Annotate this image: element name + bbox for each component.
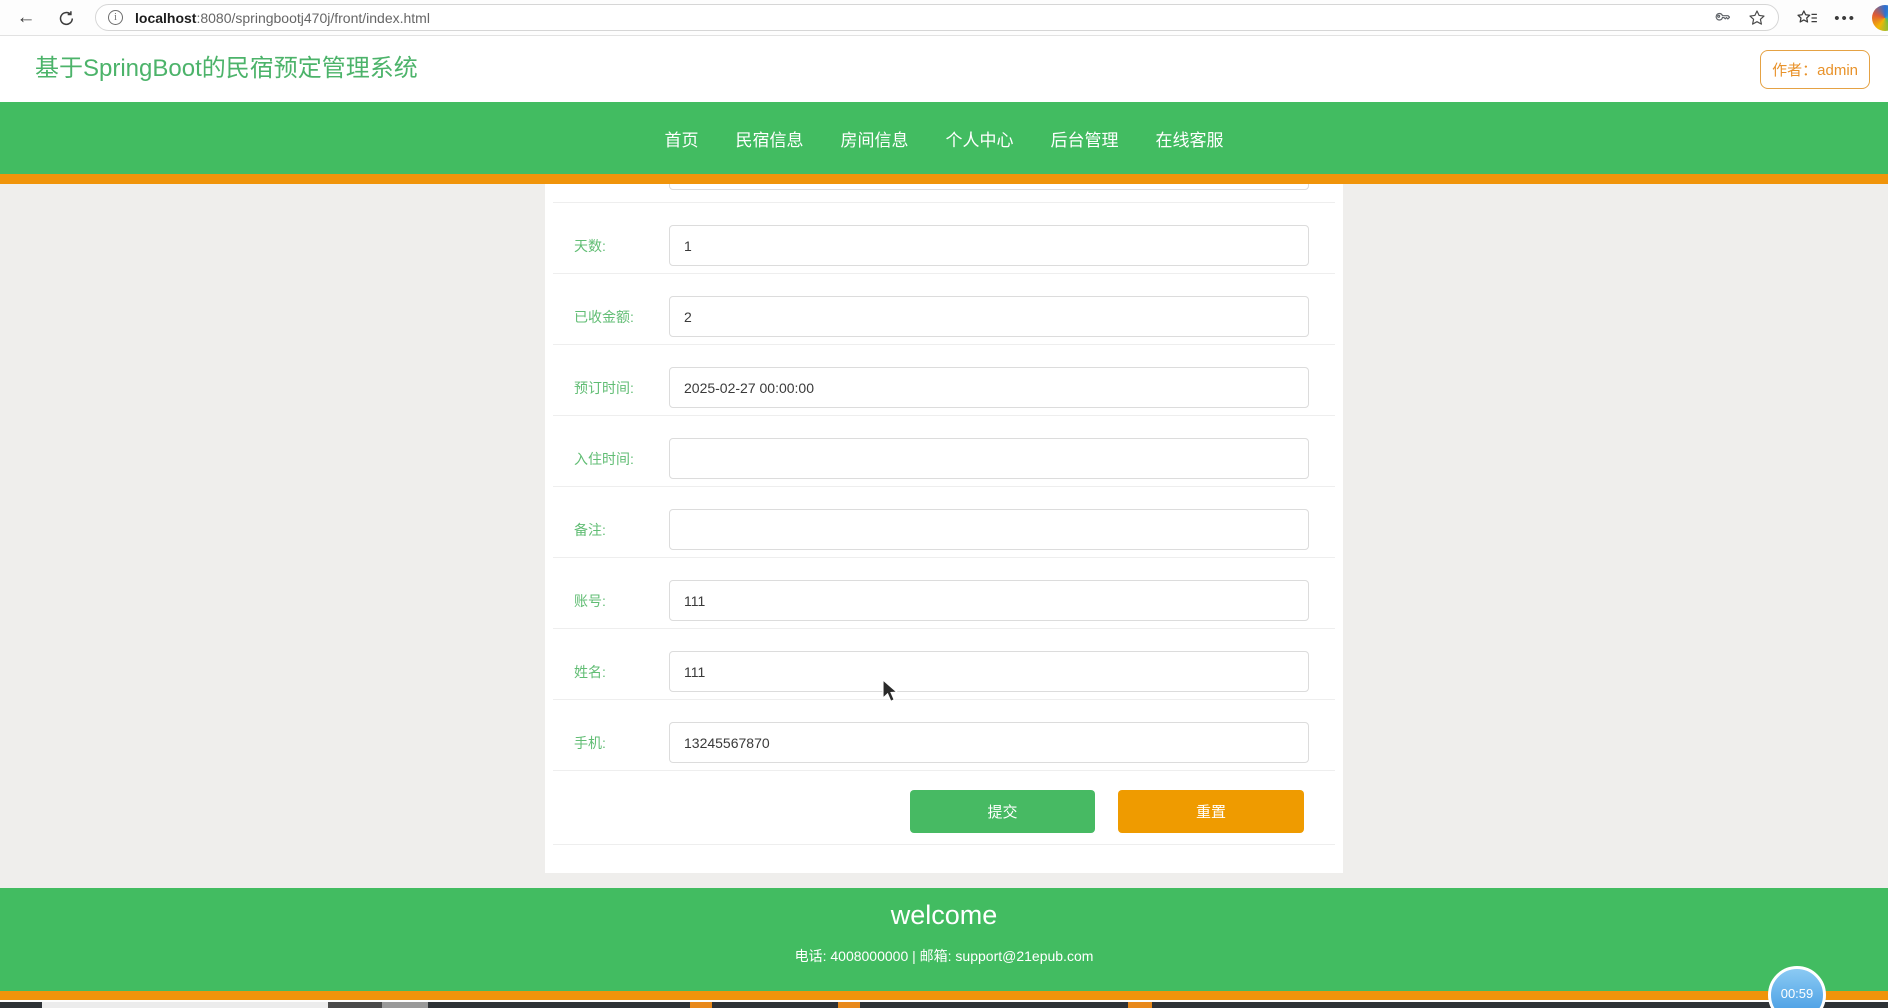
field-input[interactable] <box>669 509 1309 550</box>
form-row: 预订时间: <box>553 344 1335 415</box>
form-row: 已收金额: <box>553 273 1335 344</box>
form-row: 姓名: <box>553 628 1335 699</box>
taskbar-segment <box>838 1002 860 1008</box>
form-row: 账号: <box>553 557 1335 628</box>
submit-button[interactable]: 提交 <box>910 790 1095 833</box>
orange-divider-bottom <box>0 991 1888 1000</box>
taskbar-sliver <box>0 1002 1888 1008</box>
taskbar-segment <box>690 1002 712 1008</box>
taskbar-segment <box>382 1002 428 1008</box>
card-footer-spacer <box>553 844 1335 872</box>
site-footer: welcome 电话: 4008000000 | 邮箱: support@21e… <box>0 888 1888 991</box>
field-input[interactable] <box>669 580 1309 621</box>
field-input[interactable] <box>669 296 1309 337</box>
orange-divider-top <box>0 174 1888 184</box>
taskbar-segment <box>1128 1002 1152 1008</box>
copilot-icon[interactable] <box>1872 5 1888 31</box>
site-header: 基于SpringBoot的民宿预定管理系统 作者：admin <box>0 36 1888 102</box>
reset-button[interactable]: 重置 <box>1118 790 1304 833</box>
field-input[interactable] <box>669 722 1309 763</box>
form-row: 手机: <box>553 699 1335 770</box>
favorite-star-icon[interactable] <box>1748 9 1766 27</box>
browser-menu-icon[interactable]: ••• <box>1834 10 1856 27</box>
field-label: 已收金额: <box>553 307 669 327</box>
field-label: 姓名: <box>553 662 669 682</box>
form-row <box>545 184 1343 202</box>
taskbar-segment <box>328 1002 382 1008</box>
page-title: 基于SpringBoot的民宿预定管理系统 <box>35 36 418 102</box>
footer-title: welcome <box>0 888 1888 931</box>
refresh-icon[interactable] <box>52 4 80 32</box>
form-actions: 提交 重置 <box>553 770 1335 844</box>
field-input[interactable] <box>669 367 1309 408</box>
field-input[interactable] <box>669 438 1309 479</box>
taskbar-segment <box>42 1002 328 1008</box>
address-url[interactable]: localhost:8080/springbootj470j/front/ind… <box>135 10 430 26</box>
field-label: 手机: <box>553 733 669 753</box>
field-input[interactable] <box>669 651 1309 692</box>
nav-item-2[interactable]: 房间信息 <box>841 126 909 151</box>
form-row: 备注: <box>553 486 1335 557</box>
browser-toolbar: ← i localhost:8080/springbootj470j/front… <box>0 0 1888 36</box>
field-label: 入住时间: <box>553 449 669 469</box>
field-label: 备注: <box>553 520 669 540</box>
form-row: 天数: <box>553 202 1335 273</box>
nav-item-1[interactable]: 民宿信息 <box>736 126 804 151</box>
mouse-cursor <box>882 679 902 710</box>
footer-contact: 电话: 4008000000 | 邮箱: support@21epub.com <box>0 946 1888 966</box>
field-label: 预订时间: <box>553 378 669 398</box>
nav-item-3[interactable]: 个人中心 <box>946 126 1014 151</box>
field-label: 账号: <box>553 591 669 611</box>
back-icon[interactable]: ← <box>12 4 40 32</box>
password-key-icon[interactable] <box>1712 9 1730 27</box>
site-info-icon[interactable]: i <box>108 10 123 25</box>
address-bar[interactable]: i localhost:8080/springbootj470j/front/i… <box>95 4 1779 31</box>
form-row: 入住时间: <box>553 415 1335 486</box>
booking-form-card: 天数: 已收金额: 预订时间: 入住时间: 备注: 账号: 姓名: 手机: 提交… <box>545 184 1343 873</box>
field-label: 天数: <box>553 236 669 256</box>
author-badge: 作者：admin <box>1760 50 1870 89</box>
page-background: 天数: 已收金额: 预订时间: 入住时间: 备注: 账号: 姓名: 手机: 提交… <box>0 184 1888 888</box>
main-nav: 首页 民宿信息 房间信息 个人中心 后台管理 在线客服 <box>0 102 1888 174</box>
nav-item-4[interactable]: 后台管理 <box>1051 126 1119 151</box>
favorites-bar-icon[interactable] <box>1796 9 1818 27</box>
nav-item-0[interactable]: 首页 <box>665 126 699 151</box>
clipped-input[interactable] <box>669 184 1309 190</box>
nav-item-5[interactable]: 在线客服 <box>1156 126 1224 151</box>
field-input[interactable] <box>669 225 1309 266</box>
